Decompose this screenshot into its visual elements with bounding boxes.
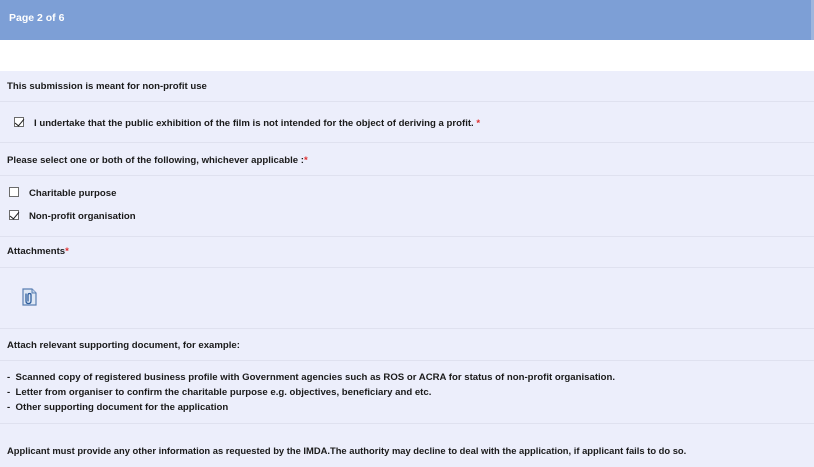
list-item: - Other supporting document for the appl… [7, 402, 228, 413]
required-marker: * [476, 118, 481, 129]
undertaking-checkbox[interactable] [14, 117, 24, 127]
required-marker: * [65, 246, 69, 257]
divider [0, 175, 814, 176]
list-bullet: - [7, 402, 11, 413]
non-profit-organisation-checkbox[interactable] [9, 210, 19, 220]
divider [0, 101, 814, 102]
supporting-docs-intro: Attach relevant supporting document, for… [7, 340, 240, 351]
divider [0, 236, 814, 237]
divider [0, 267, 814, 268]
page-header: Page 2 of 6 [0, 0, 814, 40]
list-bullet: - [7, 387, 11, 398]
list-item-text: Scanned copy of registered business prof… [15, 372, 616, 383]
list-bullet: - [7, 372, 11, 383]
page-indicator: Page 2 of 6 [9, 12, 65, 24]
section-title: This submission is meant for non-profit … [7, 81, 207, 92]
attachments-label-row: Attachments* [7, 246, 69, 257]
select-prompt-row: Please select one or both of the followi… [7, 155, 308, 166]
charitable-purpose-label: Charitable purpose [29, 188, 117, 199]
undertaking-label-row: I undertake that the public exhibition o… [34, 118, 480, 129]
list-item: - Scanned copy of registered business pr… [7, 372, 615, 383]
divider [0, 328, 814, 329]
header-spacer [0, 40, 814, 71]
list-item-text: Letter from organiser to confirm the cha… [15, 387, 432, 398]
list-item-text: Other supporting document for the applic… [15, 402, 229, 413]
divider [0, 360, 814, 361]
divider [0, 423, 814, 424]
select-prompt-label: Please select one or both of the followi… [7, 155, 304, 166]
attachments-label: Attachments [7, 246, 66, 257]
undertaking-label: I undertake that the public exhibition o… [34, 118, 474, 129]
charitable-purpose-checkbox[interactable] [9, 187, 19, 197]
applicant-notice: Applicant must provide any other informa… [7, 445, 687, 456]
section-title-text: This submission is meant for non-profit … [7, 81, 207, 92]
required-marker: * [303, 155, 308, 166]
form-page: Page 2 of 6 This submission is meant for… [0, 0, 814, 467]
non-profit-organisation-label: Non-profit organisation [29, 211, 136, 222]
divider [0, 142, 814, 143]
attach-file-icon[interactable] [18, 286, 40, 308]
list-item: - Letter from organiser to confirm the c… [7, 387, 431, 398]
